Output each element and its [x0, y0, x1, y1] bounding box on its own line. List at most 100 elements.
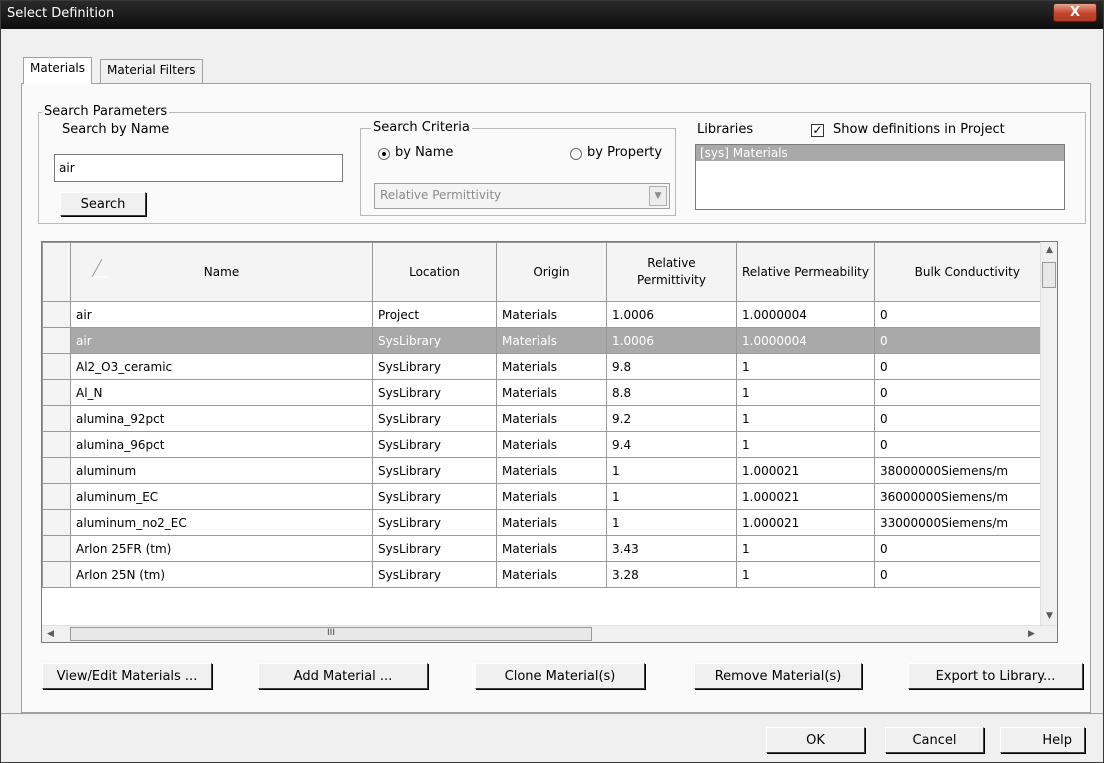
- row-header[interactable]: [42, 353, 71, 380]
- cell-location: SysLibrary: [372, 379, 497, 406]
- cell-origin: Materials: [496, 301, 607, 328]
- row-header[interactable]: [42, 457, 71, 484]
- column-header-permeability[interactable]: Relative Permeability: [736, 242, 875, 302]
- table-row[interactable]: aluminum_EC SysLibrary Materials 1 1.000…: [42, 483, 1043, 510]
- scroll-down-arrow-icon[interactable]: ▼: [1041, 608, 1057, 625]
- corner-header: [42, 242, 71, 302]
- by-name-radio[interactable]: [378, 148, 390, 160]
- cell-permeability: 1: [736, 353, 875, 380]
- cell-location: Project: [372, 301, 497, 328]
- remove-materials-button[interactable]: Remove Material(s): [694, 663, 862, 689]
- select-definition-dialog: Select Definition X Materials Material F…: [0, 0, 1104, 763]
- cell-permeability: 1.000021: [736, 483, 875, 510]
- table-row[interactable]: Al_N SysLibrary Materials 8.8 1 0: [42, 379, 1043, 406]
- table-row[interactable]: alumina_96pct SysLibrary Materials 9.4 1…: [42, 431, 1043, 458]
- close-button[interactable]: X: [1053, 3, 1097, 22]
- cell-origin: Materials: [496, 405, 607, 432]
- scroll-up-arrow-icon[interactable]: ▲: [1041, 242, 1057, 259]
- column-header-origin[interactable]: Origin: [496, 242, 607, 302]
- property-combo: Relative Permittivity ▼: [374, 183, 670, 209]
- cell-location: SysLibrary: [372, 431, 497, 458]
- clone-materials-button[interactable]: Clone Material(s): [475, 663, 645, 689]
- ok-button[interactable]: OK: [766, 727, 865, 753]
- title-bar[interactable]: Select Definition X: [1, 1, 1103, 29]
- libraries-list[interactable]: [sys] Materials: [695, 144, 1065, 210]
- by-property-radio[interactable]: [570, 148, 582, 160]
- cell-conductivity: 0: [874, 431, 1043, 458]
- cell-permittivity: 3.43: [606, 535, 737, 562]
- cell-conductivity: 0: [874, 327, 1043, 354]
- tab-material-filters[interactable]: Material Filters: [100, 59, 203, 83]
- table-row[interactable]: air Project Materials 1.0006 1.0000004 0: [42, 301, 1043, 328]
- property-combo-value: Relative Permittivity: [380, 188, 502, 202]
- cell-conductivity: 0: [874, 301, 1043, 328]
- export-to-library-button[interactable]: Export to Library...: [908, 663, 1083, 689]
- search-name-input[interactable]: [54, 154, 343, 182]
- help-button[interactable]: Help: [1000, 727, 1085, 753]
- row-header[interactable]: [42, 301, 71, 328]
- cell-conductivity: 0: [874, 353, 1043, 380]
- table-row[interactable]: Al2_O3_ceramic SysLibrary Materials 9.8 …: [42, 353, 1043, 380]
- tab-materials[interactable]: Materials: [23, 57, 93, 84]
- cancel-button[interactable]: Cancel: [885, 727, 984, 753]
- cell-conductivity: 0: [874, 535, 1043, 562]
- table-row[interactable]: aluminum_no2_EC SysLibrary Materials 1 1…: [42, 509, 1043, 536]
- cell-origin: Materials: [496, 483, 607, 510]
- column-label-name: Name: [203, 264, 240, 279]
- horizontal-scroll-thumb[interactable]: III: [70, 627, 592, 641]
- cell-permeability: 1.000021: [736, 509, 875, 536]
- vertical-scroll-thumb[interactable]: [1042, 262, 1056, 288]
- cell-origin: Materials: [496, 509, 607, 536]
- table-row[interactable]: Arlon 25N (tm) SysLibrary Materials 3.28…: [42, 561, 1043, 588]
- cell-location: SysLibrary: [372, 327, 497, 354]
- view-edit-materials-button[interactable]: View/Edit Materials ...: [42, 663, 212, 689]
- row-header[interactable]: [42, 431, 71, 458]
- row-header[interactable]: [42, 379, 71, 406]
- show-definitions-label: Show definitions in Project: [833, 122, 1005, 137]
- row-header[interactable]: [42, 561, 71, 588]
- library-item[interactable]: [sys] Materials: [696, 145, 1064, 161]
- table-row-selected[interactable]: air SysLibrary Materials 1.0006 1.000000…: [42, 327, 1043, 354]
- cell-permittivity: 8.8: [606, 379, 737, 406]
- scroll-left-arrow-icon[interactable]: ◀: [42, 626, 59, 642]
- cell-origin: Materials: [496, 353, 607, 380]
- column-header-conductivity[interactable]: Bulk Conductivity: [874, 242, 1043, 302]
- show-definitions-checkbox[interactable]: ✓: [811, 124, 824, 137]
- column-header-name[interactable]: Name: [70, 242, 373, 302]
- row-header[interactable]: [42, 509, 71, 536]
- cell-permittivity: 3.28: [606, 561, 737, 588]
- cell-location: SysLibrary: [372, 405, 497, 432]
- add-material-button[interactable]: Add Material ...: [258, 663, 428, 689]
- horizontal-scrollbar[interactable]: ◀ III ▶: [42, 625, 1057, 642]
- materials-grid[interactable]: Name Location Origin Relative Permittivi…: [41, 241, 1058, 643]
- row-header[interactable]: [42, 483, 71, 510]
- row-header[interactable]: [42, 405, 71, 432]
- cell-origin: Materials: [496, 457, 607, 484]
- sort-ascending-icon: [91, 258, 108, 278]
- cell-conductivity: 38000000Siemens/m: [874, 457, 1043, 484]
- cell-permeability: 1: [736, 535, 875, 562]
- search-button[interactable]: Search: [60, 192, 146, 216]
- row-header[interactable]: [42, 535, 71, 562]
- row-header[interactable]: [42, 327, 71, 354]
- scroll-right-arrow-icon[interactable]: ▶: [1023, 626, 1040, 642]
- table-row[interactable]: Arlon 25FR (tm) SysLibrary Materials 3.4…: [42, 535, 1043, 562]
- by-name-label: by Name: [395, 145, 454, 160]
- table-row[interactable]: aluminum SysLibrary Materials 1 1.000021…: [42, 457, 1043, 484]
- table-header-row: Name Location Origin Relative Permittivi…: [42, 242, 1043, 302]
- cell-origin: Materials: [496, 561, 607, 588]
- cell-location: SysLibrary: [372, 483, 497, 510]
- cell-name: aluminum: [70, 457, 373, 484]
- cell-origin: Materials: [496, 535, 607, 562]
- cell-origin: Materials: [496, 379, 607, 406]
- libraries-label: Libraries: [697, 122, 754, 137]
- column-header-location[interactable]: Location: [372, 242, 497, 302]
- cell-location: SysLibrary: [372, 535, 497, 562]
- table-row[interactable]: alumina_92pct SysLibrary Materials 9.2 1…: [42, 405, 1043, 432]
- cell-name: Arlon 25FR (tm): [70, 535, 373, 562]
- cell-location: SysLibrary: [372, 561, 497, 588]
- window-title: Select Definition: [7, 6, 115, 21]
- cell-permeability: 1: [736, 561, 875, 588]
- column-header-permittivity[interactable]: Relative Permittivity: [606, 242, 737, 302]
- vertical-scrollbar[interactable]: ▲ ▼: [1040, 242, 1057, 625]
